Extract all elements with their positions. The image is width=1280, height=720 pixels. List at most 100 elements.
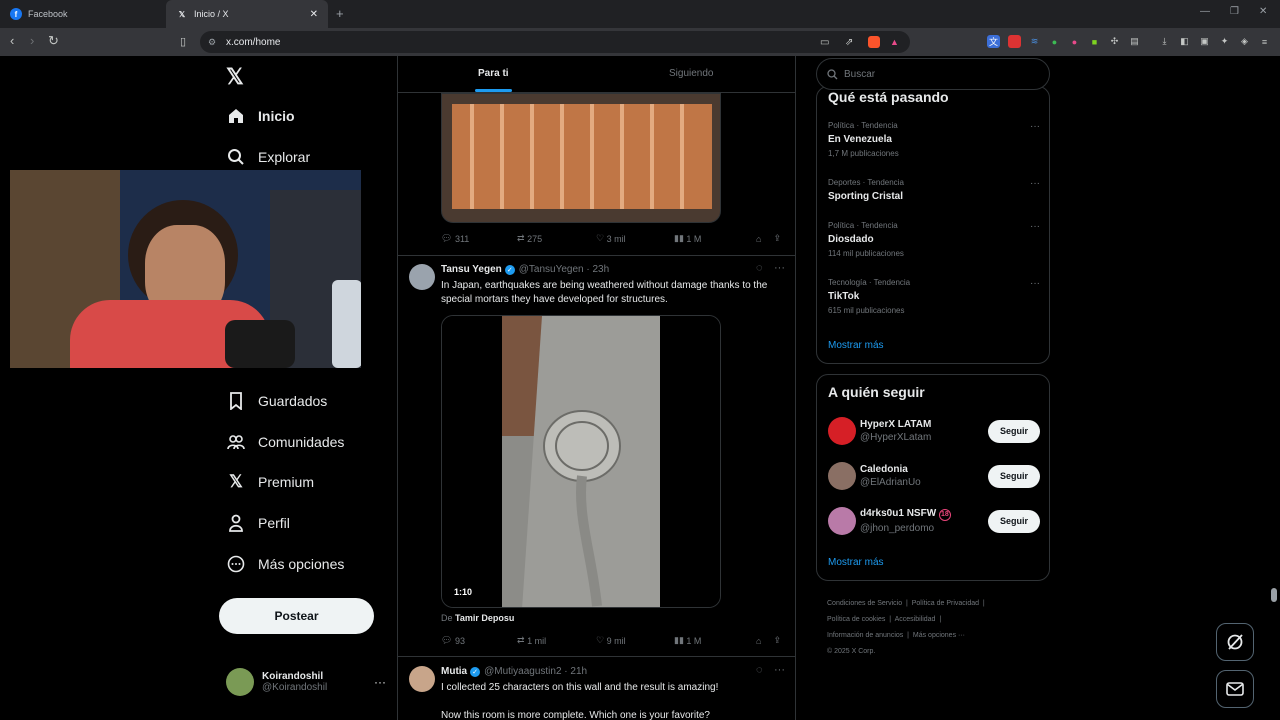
author-name[interactable]: Mutia [441, 666, 467, 677]
forward-icon[interactable]: › [30, 33, 34, 48]
wallet-icon[interactable]: ▣ [1198, 35, 1211, 48]
extension-badge-icon[interactable] [1008, 35, 1021, 48]
grok-icon[interactable]: ◌ [756, 262, 763, 274]
nav-item-explore[interactable]: Explorar [226, 147, 310, 167]
nav-item-bookmarks[interactable]: Guardados [226, 391, 327, 411]
share-tweet-icon[interactable]: ⇪ [773, 635, 781, 646]
grok-fab[interactable] [1216, 623, 1254, 661]
back-icon[interactable]: ‹ [10, 33, 14, 48]
nav-item-communities[interactable]: Comunidades [226, 432, 344, 452]
bookmark-tweet-icon[interactable]: ⌂ [756, 233, 761, 244]
follow-button[interactable]: Seguir [988, 464, 1040, 488]
brave-shield-icon[interactable] [868, 36, 880, 48]
trend-more-icon[interactable]: ··· [1030, 178, 1040, 189]
author-handle[interactable]: @TansuYegen · 23h [519, 264, 609, 275]
trend-more-icon[interactable]: ··· [1030, 121, 1040, 132]
show-more-trends-link[interactable]: Mostrar más [828, 340, 884, 351]
trend-item[interactable]: Política · Tendencia En Venezuela 1,7 M … [828, 121, 1040, 158]
site-info-icon[interactable]: ⚙ [208, 37, 216, 48]
address-bar[interactable]: ⚙ x.com/home ▭ ⇗ ▲ [200, 31, 910, 53]
like-button[interactable]: ♡ 3 mil [596, 233, 674, 244]
messages-fab[interactable] [1216, 670, 1254, 708]
reply-button[interactable]: 💬︎ 93 [441, 635, 517, 646]
follow-button[interactable]: Seguir [988, 509, 1040, 533]
video-credit[interactable]: De Tamir Deposu [441, 613, 514, 623]
sidebar-toggle-icon[interactable]: ◧ [1178, 35, 1191, 48]
nav-item-home[interactable]: Inicio [226, 106, 295, 126]
trend-title: TikTok [828, 291, 860, 302]
grok-icon[interactable]: ◌ [756, 664, 763, 676]
reply-button[interactable]: 💬︎ 311 [441, 233, 517, 244]
tab-x-home[interactable]: 𝕏 Inicio / X ✕ [166, 0, 328, 28]
audio-extension-icon[interactable]: ≋ [1028, 35, 1041, 48]
scrollbar-thumb[interactable] [1271, 588, 1277, 602]
trend-item[interactable]: Política · Tendencia Diosdado 114 mil pu… [828, 221, 1040, 258]
rewards-icon[interactable]: ▲ [890, 37, 899, 47]
bookmark-tweet-icon[interactable]: ⌂ [756, 635, 761, 646]
bookmark-icon[interactable]: ▯ [180, 35, 186, 48]
pink-extension-icon[interactable]: ● [1068, 35, 1081, 48]
tweet-more-icon[interactable]: ··· [774, 262, 785, 274]
heart-icon: ♡ [596, 635, 605, 645]
repost-button[interactable]: ⇄ 275 [517, 233, 596, 244]
avatar[interactable] [409, 666, 435, 692]
suggested-account[interactable]: Caledonia @ElAdrianUo Seguir [828, 462, 1040, 490]
post-button[interactable]: Postear [219, 598, 374, 634]
tweet-more-icon[interactable]: ··· [774, 664, 785, 676]
tab-facebook[interactable]: f Facebook [0, 0, 164, 28]
trend-item[interactable]: Tecnología · Tendencia TikTok 615 mil pu… [828, 278, 1040, 315]
footer-link[interactable]: Información de anuncios [827, 632, 903, 639]
account-more-icon[interactable]: ··· [374, 675, 386, 689]
account-switcher[interactable]: Koirandoshil @Koirandoshil ··· [226, 668, 386, 696]
footer-link[interactable]: Condiciones de Servicio [827, 600, 902, 607]
x-logo-icon[interactable]: 𝕏 [226, 64, 244, 90]
nav-item-profile[interactable]: Perfil [226, 513, 290, 533]
scrollbar[interactable] [1268, 56, 1280, 720]
minimize-icon[interactable]: — [1200, 6, 1210, 17]
reader-icon[interactable]: ▤ [1128, 35, 1141, 48]
suggested-account[interactable]: HyperX LATAM @HyperXLatam Seguir [828, 417, 1040, 445]
footer-link[interactable]: Más opciones ··· [913, 632, 965, 639]
footer-link[interactable]: Política de cookies [827, 616, 885, 623]
vpn-icon[interactable]: ◈ [1238, 35, 1251, 48]
trend-item[interactable]: Deportes · Tendencia Sporting Cristal ··… [828, 178, 1040, 202]
like-button[interactable]: ♡ 9 mil [596, 635, 674, 646]
verified-badge-icon: ✓ [504, 264, 515, 275]
views-button[interactable]: ▮▮ 1 M [674, 233, 756, 244]
suggested-account[interactable]: d4rks0u1 NSFW 18 @jhon_perdomo Seguir [828, 507, 1040, 535]
puzzle-extension-icon[interactable]: ✣ [1108, 35, 1121, 48]
nav-item-premium[interactable]: 𝕏 Premium [226, 472, 314, 492]
cast-icon[interactable]: ▭ [820, 37, 829, 48]
search-input[interactable]: Buscar [816, 58, 1050, 90]
translate-extension-icon[interactable]: 文 [987, 35, 1000, 48]
share-icon[interactable]: ⇗ [845, 37, 853, 48]
tab-for-you[interactable]: Para ti [478, 68, 509, 79]
menu-icon[interactable]: ≡ [1258, 35, 1271, 48]
lime-extension-icon[interactable]: ■ [1088, 35, 1101, 48]
author-name[interactable]: Tansu Yegen [441, 264, 502, 275]
download-icon[interactable]: ⤓ [1158, 35, 1171, 48]
footer-link[interactable]: Política de Privacidad [912, 600, 979, 607]
tweet-media-image[interactable] [441, 93, 721, 223]
avatar[interactable] [409, 264, 435, 290]
footer-link[interactable]: Accesibilidad [895, 616, 936, 623]
trend-more-icon[interactable]: ··· [1030, 221, 1040, 232]
green-extension-icon[interactable]: ● [1048, 35, 1061, 48]
nav-item-more[interactable]: Más opciones [226, 554, 344, 574]
new-tab-icon[interactable]: + [336, 6, 344, 21]
author-handle[interactable]: @Mutiyaagustin2 · 21h [484, 666, 587, 677]
reload-icon[interactable]: ↻ [48, 33, 59, 49]
follow-button[interactable]: Seguir [988, 419, 1040, 443]
tweet-video[interactable]: 1:10 [441, 315, 721, 608]
views-button[interactable]: ▮▮ 1 M [674, 635, 756, 646]
leo-ai-icon[interactable]: ✦ [1218, 35, 1231, 48]
trend-more-icon[interactable]: ··· [1030, 278, 1040, 289]
credit-prefix: De [441, 613, 453, 623]
close-tab-icon[interactable]: ✕ [310, 9, 318, 20]
tab-following[interactable]: Siguiendo [669, 68, 713, 79]
share-tweet-icon[interactable]: ⇪ [773, 233, 781, 244]
show-more-follow-link[interactable]: Mostrar más [828, 557, 884, 568]
repost-button[interactable]: ⇄ 1 mil [517, 635, 596, 646]
close-window-icon[interactable]: ✕ [1259, 6, 1267, 17]
maximize-icon[interactable]: ❐ [1230, 6, 1239, 17]
